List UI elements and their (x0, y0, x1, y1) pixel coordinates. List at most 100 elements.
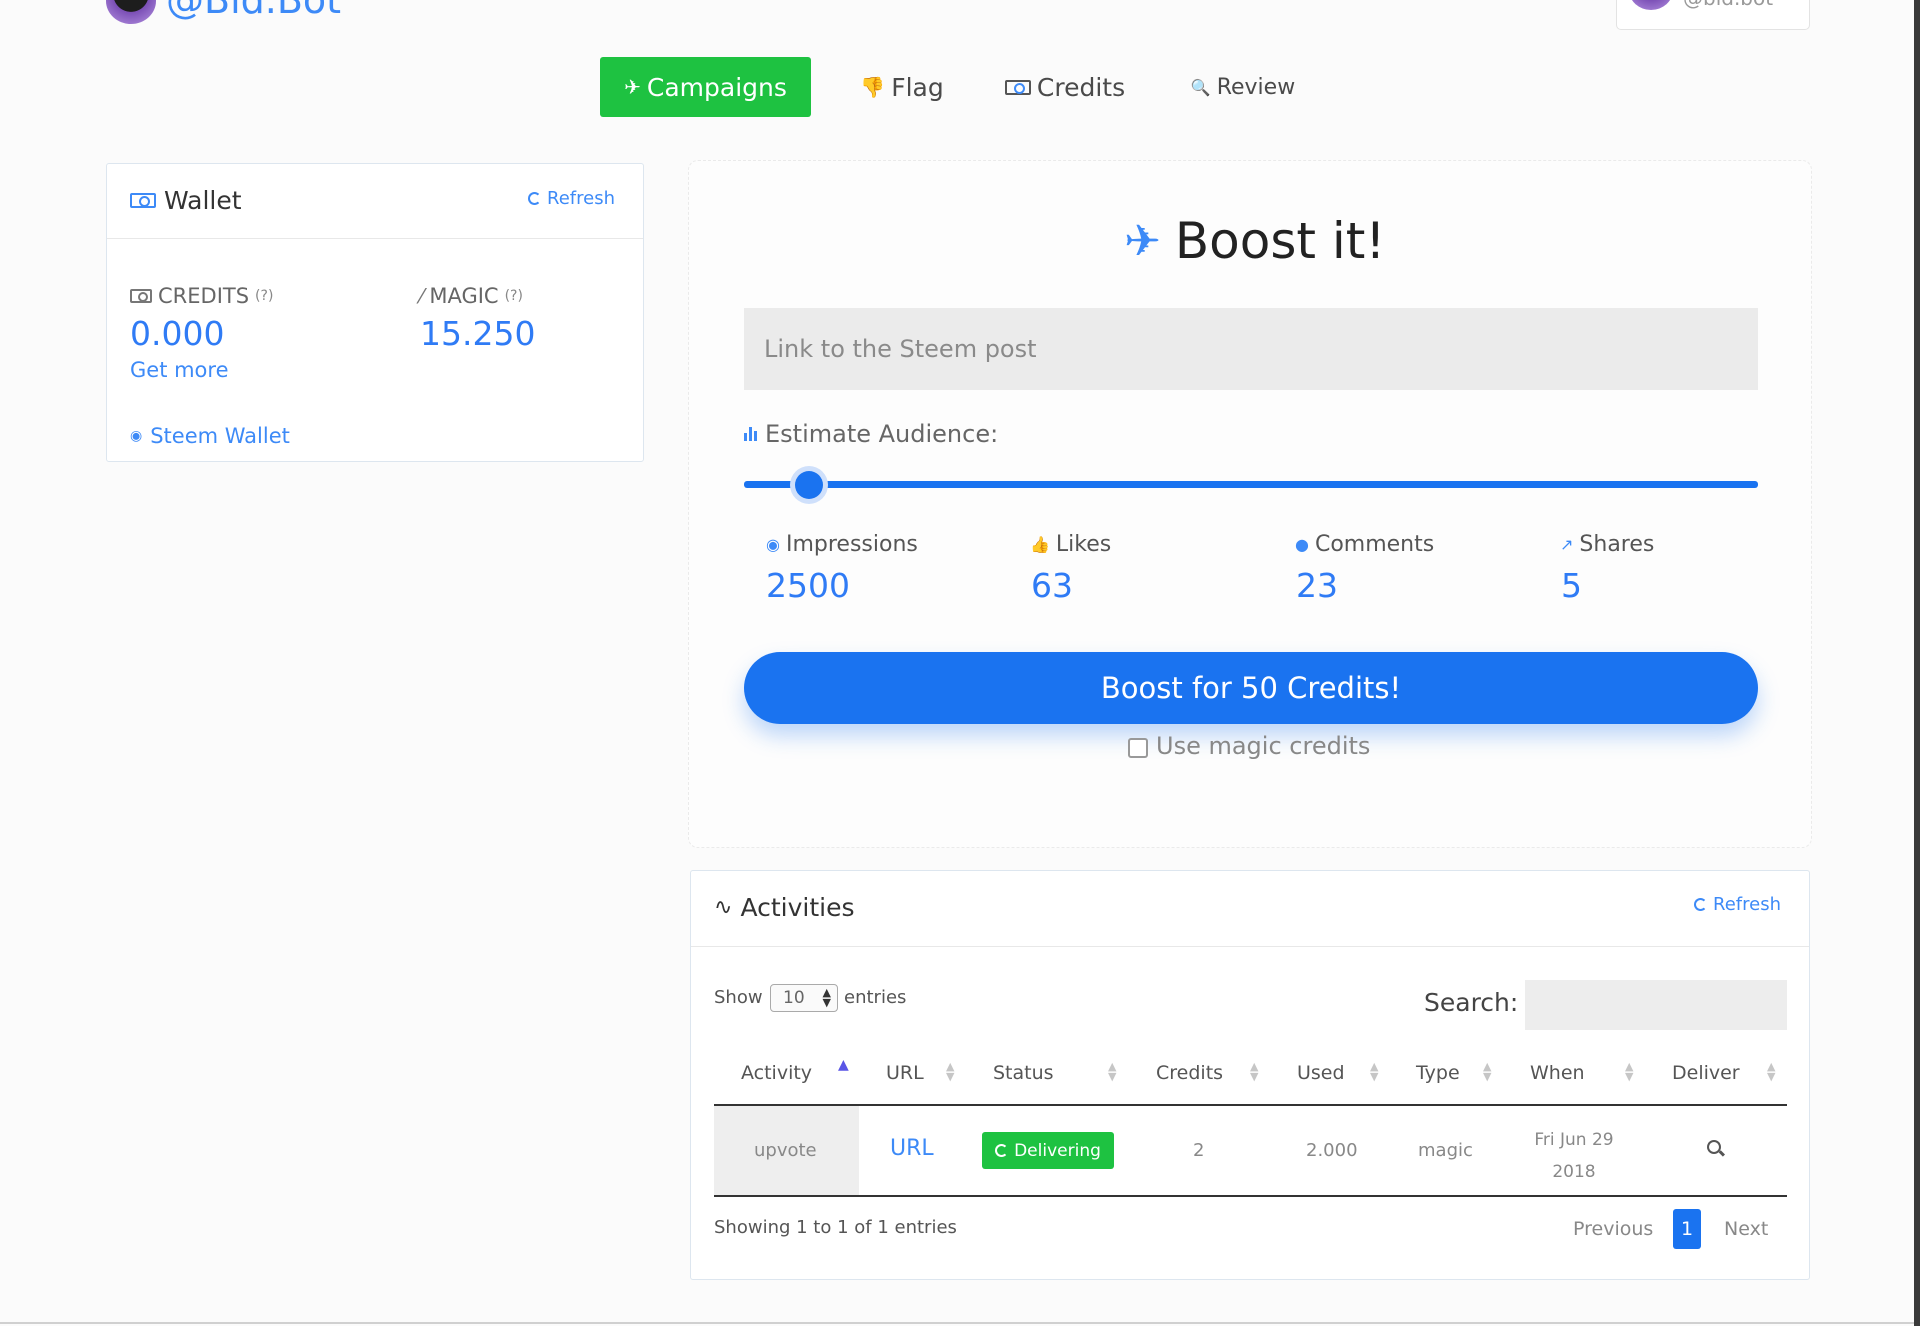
magic-label: ⁄ MAGIC (?) (420, 284, 523, 308)
comments-label: ● Comments (1295, 532, 1434, 557)
likes-value: 63 (1031, 566, 1073, 605)
tab-credits[interactable]: Credits (1002, 57, 1128, 117)
impressions-label: ◉ Impressions (766, 532, 918, 557)
wallet-title: Wallet (130, 186, 242, 215)
brand-name[interactable]: @Bid.Bot (166, 0, 341, 22)
wallet-title-text: Wallet (164, 186, 242, 215)
page-length-select[interactable]: 10 ▲ ▼ (770, 984, 838, 1012)
refresh-icon (528, 192, 541, 205)
pagination-previous[interactable]: Previous (1573, 1218, 1653, 1240)
shares-value: 5 (1561, 566, 1582, 605)
magic-wand-icon: ⁄ (420, 284, 424, 308)
tab-campaigns[interactable]: ✈ Campaigns (600, 57, 811, 117)
table-search-input[interactable] (1525, 980, 1787, 1030)
window-edge (1914, 0, 1920, 1326)
steem-wallet-label: Steem Wallet (150, 424, 290, 448)
use-magic-credits-checkbox[interactable] (1128, 738, 1148, 758)
cell-activity: upvote (754, 1140, 817, 1161)
credits-label: CREDITS (?) (130, 284, 273, 308)
sort-asc-icon[interactable]: ▲ (838, 1058, 849, 1072)
credits-label-text: CREDITS (158, 284, 250, 308)
bar-chart-icon (744, 427, 757, 441)
table-info: Showing 1 to 1 of 1 entries (714, 1217, 957, 1238)
eye-icon: ◉ (130, 428, 143, 444)
show-label: Show (714, 987, 763, 1008)
page-bottom-divider (0, 1322, 1920, 1324)
table-header-divider (714, 1104, 1787, 1106)
search-icon[interactable] (1707, 1140, 1721, 1154)
boost-button[interactable]: Boost for 50 Credits! (744, 652, 1758, 724)
user-name: @bid.bot (1683, 0, 1773, 10)
audience-slider-thumb[interactable] (795, 471, 823, 499)
magic-value: 15.250 (420, 314, 536, 353)
audience-slider-track[interactable] (744, 481, 1758, 488)
activities-refresh-label: Refresh (1713, 894, 1781, 915)
cell-when: Fri Jun 29 2018 (1520, 1124, 1628, 1188)
tab-campaigns-label: Campaigns (646, 72, 787, 102)
get-more-link[interactable]: Get more (130, 358, 229, 382)
cell-used: 2.000 (1306, 1140, 1358, 1161)
col-used[interactable]: Used (1297, 1062, 1345, 1084)
use-magic-credits-label[interactable]: Use magic credits (1156, 732, 1370, 760)
sort-icon[interactable]: ▲ ▼ (1250, 1061, 1258, 1082)
col-activity[interactable]: Activity (741, 1062, 812, 1084)
tab-flag[interactable]: 👎 Flag (852, 57, 952, 117)
wallet-refresh-label: Refresh (547, 188, 615, 209)
shares-label: ↗ Shares (1560, 532, 1654, 557)
activities-refresh-button[interactable]: Refresh (1694, 894, 1781, 915)
cell-url-link[interactable]: URL (890, 1136, 934, 1161)
estimate-audience-text: Estimate Audience: (765, 420, 999, 448)
boost-title-text: Boost it! (1174, 212, 1386, 270)
sort-icon[interactable]: ▲ ▼ (1108, 1061, 1116, 1082)
cell-type: magic (1418, 1140, 1473, 1161)
sort-icon[interactable]: ▲ ▼ (1767, 1061, 1775, 1082)
tab-review[interactable]: 🔍 Review (1190, 57, 1296, 117)
magic-label-text: MAGIC (429, 284, 499, 308)
comments-label-text: Comments (1314, 532, 1435, 557)
cell-credits: 2 (1193, 1140, 1205, 1161)
col-when[interactable]: When (1530, 1062, 1585, 1084)
money-icon (130, 193, 156, 208)
select-arrows-icon: ▲ ▼ (822, 986, 831, 1009)
sort-icon[interactable]: ▲ ▼ (1483, 1061, 1491, 1082)
col-url[interactable]: URL (886, 1062, 924, 1084)
col-deliver[interactable]: Deliver (1672, 1062, 1740, 1084)
brand-avatar (106, 0, 156, 24)
thumbs-up-icon: 👍 (1030, 535, 1050, 554)
tab-review-label: Review (1216, 74, 1296, 100)
search-icon: 🔍 (1190, 77, 1211, 97)
cell-when-line1: Fri Jun 29 (1534, 1130, 1614, 1150)
entries-label: entries (844, 987, 907, 1008)
credits-value: 0.000 (130, 314, 225, 353)
table-bottom-divider (714, 1195, 1787, 1197)
spinner-icon (995, 1144, 1009, 1157)
thumbs-down-icon: 👎 (860, 75, 886, 99)
pagination-page-1[interactable]: 1 (1673, 1209, 1701, 1249)
col-type[interactable]: Type (1416, 1062, 1460, 1084)
money-icon (130, 289, 152, 303)
comment-icon: ● (1295, 535, 1309, 554)
status-badge: Delivering (982, 1132, 1114, 1169)
steem-wallet-link[interactable]: ◉ Steem Wallet (130, 424, 290, 448)
post-link-input[interactable] (744, 308, 1758, 390)
likes-label: 👍 Likes (1030, 532, 1111, 557)
activities-title: ∿ Activities (714, 893, 855, 922)
likes-label-text: Likes (1055, 532, 1112, 557)
estimate-audience-label: Estimate Audience: (744, 420, 998, 448)
cell-when-line2: 2018 (1552, 1162, 1596, 1182)
shares-label-text: Shares (1579, 532, 1655, 557)
search-label: Search: (1424, 988, 1519, 1017)
pagination-next[interactable]: Next (1724, 1218, 1768, 1240)
eye-icon: ◉ (766, 535, 780, 554)
boost-title: ✈ Boost it! (1124, 212, 1385, 270)
status-badge-label: Delivering (1014, 1140, 1101, 1161)
sort-icon[interactable]: ▲ ▼ (946, 1061, 954, 1082)
sort-icon[interactable]: ▲ ▼ (1370, 1061, 1378, 1082)
wallet-refresh-button[interactable]: Refresh (528, 188, 615, 209)
col-status[interactable]: Status (993, 1062, 1054, 1084)
magic-help[interactable]: (?) (505, 288, 523, 304)
col-credits[interactable]: Credits (1156, 1062, 1223, 1084)
user-menu[interactable]: @bid.bot (1616, 0, 1810, 30)
credits-help[interactable]: (?) (255, 288, 273, 304)
sort-icon[interactable]: ▲ ▼ (1625, 1061, 1633, 1082)
